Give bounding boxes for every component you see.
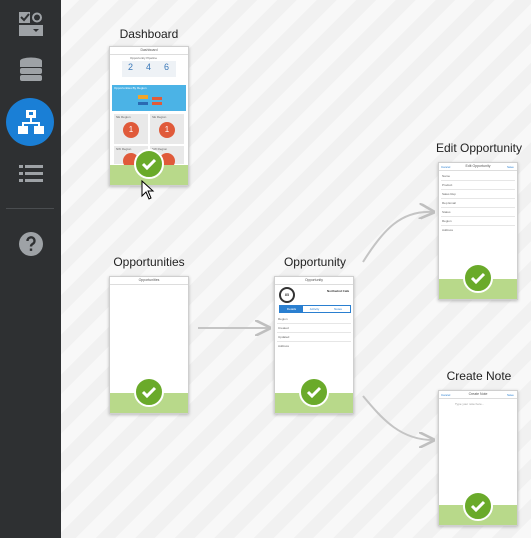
cancel-link[interactable]: Cancel [441, 165, 450, 169]
flow-canvas[interactable]: Dashboard Dashboard Opportunity Pipeline… [61, 0, 531, 538]
connector-opportunity-note [362, 395, 433, 440]
mini-header: Opportunities [110, 277, 188, 285]
region-card: SE Region 1 [150, 114, 184, 144]
pipeline-value: 4 [146, 62, 152, 72]
mouse-cursor-icon [141, 180, 155, 200]
account-name: Northwind Cafe [327, 289, 350, 293]
node-title-dashboard: Dashboard [119, 27, 179, 41]
list-icon [18, 165, 43, 182]
sidebar-divider [6, 208, 54, 209]
check-icon [299, 377, 329, 407]
tab-notes[interactable]: Notes [326, 306, 350, 312]
check-icon [463, 263, 493, 293]
node-title-opportunity: Opportunity [283, 255, 347, 269]
mini-header: Dashboard [110, 47, 188, 55]
node-create-note[interactable]: Create Note Cancel Save Type your note h… [438, 390, 518, 526]
sidebar-item-list[interactable] [0, 150, 61, 198]
cancel-link[interactable]: Cancel [441, 393, 450, 397]
mini-header: Edit Opportunity [439, 163, 517, 171]
mini-header: Opportunity [275, 277, 353, 285]
node-title-opportunities: Opportunities [113, 255, 185, 269]
check-icon [134, 149, 164, 179]
tab-activity[interactable]: Activity [303, 306, 326, 312]
node-title-edit-opportunity: Edit Opportunity [435, 141, 523, 155]
check-icon [463, 491, 493, 521]
help-icon [18, 232, 43, 256]
mini-header: Create Note [439, 391, 517, 399]
node-title-create-note: Create Note [446, 369, 512, 383]
score-ring: 85 [279, 287, 295, 303]
region-chart: Opportunities By Region [112, 85, 186, 111]
sidebar-item-database[interactable] [0, 46, 61, 94]
check-icon [134, 377, 164, 407]
flow-icon [17, 110, 44, 134]
note-placeholder: Type your note here... [455, 402, 485, 406]
chart-label: Opportunities By Region [114, 86, 147, 90]
database-icon [19, 57, 42, 81]
pipeline-value: 6 [164, 62, 170, 72]
layout-icon [18, 12, 43, 36]
node-edit-opportunity[interactable]: Edit Opportunity Cancel Save Name Produc… [438, 162, 518, 300]
pipeline-value: 2 [128, 62, 134, 72]
pipeline-panel: 2 4 6 [122, 61, 176, 77]
node-opportunity[interactable]: Opportunity 85 Northwind Cafe Details Ac… [274, 276, 354, 414]
region-card: NE Region 1 [114, 114, 148, 144]
tab-details[interactable]: Details [280, 306, 303, 312]
node-dashboard[interactable]: Dashboard Opportunity Pipeline 2 4 6 Opp… [109, 46, 189, 186]
connector-opportunity-edit [362, 212, 433, 263]
sidebar [0, 0, 61, 538]
sidebar-item-layout[interactable] [0, 0, 61, 48]
tab-strip: Details Activity Notes [279, 305, 351, 313]
sidebar-item-help[interactable] [0, 220, 61, 268]
save-link[interactable]: Save [507, 393, 514, 397]
save-link[interactable]: Save [507, 165, 514, 169]
sidebar-item-flow[interactable] [0, 98, 61, 146]
node-opportunities[interactable]: Opportunities [109, 276, 189, 414]
pipeline-label: Opportunity Pipeline [130, 56, 158, 60]
